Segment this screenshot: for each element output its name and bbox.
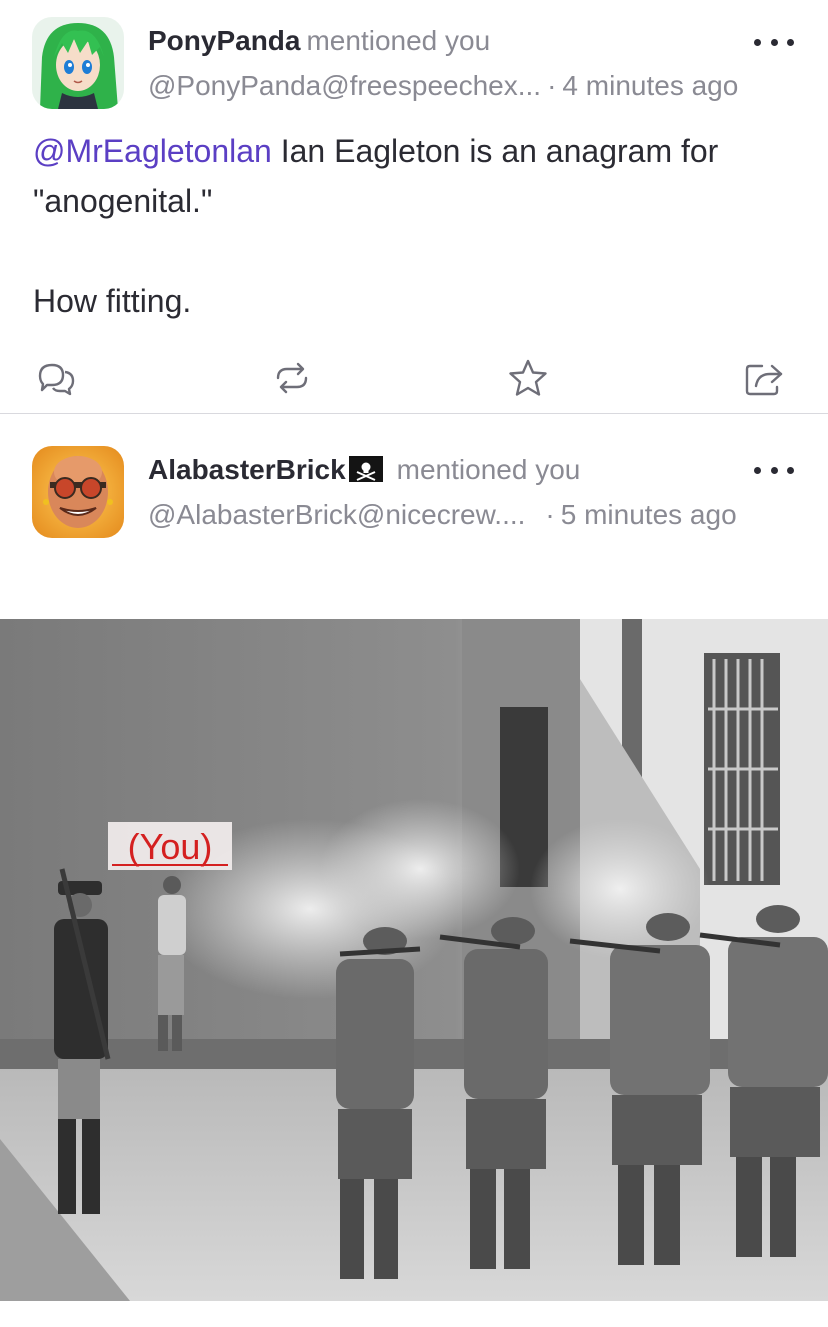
media-attachment[interactable]: (You) xyxy=(0,619,828,1301)
account-handle[interactable]: @AlabasterBrick@nicecrew.... xyxy=(148,499,525,530)
more-options-icon[interactable] xyxy=(754,464,794,476)
timestamp[interactable]: 5 minutes ago xyxy=(561,499,737,530)
favourite-icon[interactable] xyxy=(506,356,550,400)
mention-link[interactable]: @MrEagletonlan xyxy=(33,133,272,169)
status-text-line1: Ian Eagleton is an anagram for xyxy=(271,133,719,169)
share-icon[interactable] xyxy=(742,356,786,400)
status-content: @MrEagletonlan Ian Eagleton is an anagra… xyxy=(33,126,803,326)
separator: · xyxy=(545,499,555,530)
reply-icon[interactable] xyxy=(34,356,78,400)
handle-time-line: @AlabasterBrick@nicecrew.... · 5 minutes a… xyxy=(148,498,737,532)
notification-header: AlabasterBrick mentioned you xyxy=(148,453,580,487)
avatar[interactable] xyxy=(32,17,124,109)
display-name[interactable]: AlabasterBrick xyxy=(148,454,346,485)
anime-girl-avatar-icon xyxy=(32,17,124,109)
bald-man-avatar-icon xyxy=(32,446,124,538)
notification-item[interactable]: PonyPanda mentioned you @PonyPanda@freesp… xyxy=(0,0,828,413)
more-options-icon[interactable] xyxy=(754,36,794,48)
timestamp[interactable]: 4 minutes ago xyxy=(562,70,738,101)
display-name[interactable]: PonyPanda xyxy=(148,25,300,56)
separator: · xyxy=(547,70,557,101)
firing-squad-photo: (You) xyxy=(0,619,828,1301)
avatar[interactable] xyxy=(32,446,124,538)
handle-time-line: @PonyPanda@freespeechex... · 4 minutes ago xyxy=(148,69,738,103)
account-handle[interactable]: @PonyPanda@freespeechex... xyxy=(148,70,541,101)
boost-icon[interactable] xyxy=(270,356,314,400)
action-text: mentioned you xyxy=(396,454,581,485)
status-action-bar xyxy=(0,356,828,400)
status-text-line3: How fitting. xyxy=(33,283,192,319)
notification-header: PonyPanda mentioned you xyxy=(148,24,490,58)
you-overlay-label: (You) xyxy=(128,826,213,867)
action-text: mentioned you xyxy=(306,25,491,56)
pirate-flag-icon xyxy=(348,456,383,482)
status-text-line2: "anogenital." xyxy=(33,183,213,219)
